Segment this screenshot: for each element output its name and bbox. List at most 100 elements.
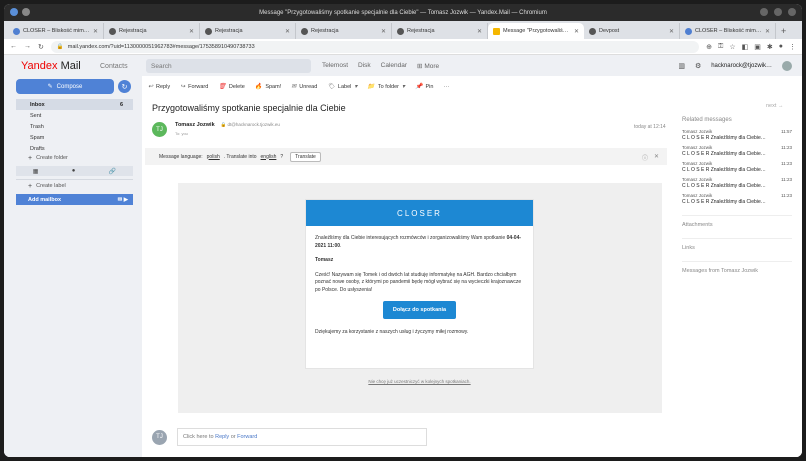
- key-icon[interactable]: ⚿: [718, 43, 723, 51]
- label-button[interactable]: 🏷 Label ▾: [327, 83, 357, 91]
- brand-header: CLOSER: [306, 200, 533, 226]
- dot-filter-icon[interactable]: ●: [72, 168, 76, 174]
- folder-inbox[interactable]: Inbox 6: [16, 99, 133, 110]
- translate-button[interactable]: Translate: [290, 151, 321, 162]
- location-icon[interactable]: ⊕: [706, 43, 712, 51]
- calendar-link[interactable]: Calendar: [381, 62, 407, 70]
- add-mailbox-button[interactable]: Add mailbox ✉ ▶: [16, 194, 133, 205]
- disk-link[interactable]: Disk: [358, 62, 371, 70]
- browser-tab-active[interactable]: Message "Przygotowaliśm… ✕: [488, 23, 584, 39]
- close-tab-icon[interactable]: ✕: [669, 28, 674, 35]
- tag-icon: 🏷: [327, 84, 335, 90]
- username[interactable]: hacknarock@tjozwik…: [711, 63, 772, 69]
- more-actions-button[interactable]: ···: [443, 84, 449, 90]
- intro-text: Znaleźliśmy dla Ciebie interesujących ro…: [315, 235, 522, 249]
- related-item[interactable]: Tomasz Jozwik 11:23 C L O S E R Znaleźliśm…: [682, 145, 792, 157]
- folder-drafts[interactable]: Drafts: [16, 143, 133, 154]
- yandex-mail-logo[interactable]: Yandex Mail: [21, 60, 81, 72]
- next-message-link[interactable]: next →: [766, 103, 783, 109]
- close-tab-icon[interactable]: ✕: [189, 28, 194, 35]
- filter-bar: ▦ ● 🔗: [16, 166, 133, 176]
- attachments-section[interactable]: Attachments: [682, 215, 792, 228]
- close-tab-icon[interactable]: ✕: [574, 28, 579, 35]
- links-section[interactable]: Links: [682, 238, 792, 251]
- appearance-icon[interactable]: ▥: [678, 62, 685, 70]
- extension-icon[interactable]: ◧: [742, 43, 749, 51]
- url-field[interactable]: 🔒 mail.yandex.com/?uid=1130000051962783#…: [50, 40, 700, 53]
- close-tab-icon[interactable]: ✕: [285, 28, 290, 35]
- unread-button[interactable]: ✉ Unread: [291, 83, 317, 91]
- delete-button[interactable]: 🗑 Delete: [218, 83, 245, 91]
- window-menu-icon[interactable]: [22, 8, 30, 16]
- browser-tab[interactable]: Devpost ✕: [584, 23, 680, 39]
- folder-trash[interactable]: Trash: [16, 121, 133, 132]
- recipient-line[interactable]: To: you: [175, 131, 280, 136]
- profile-icon[interactable]: ●: [779, 43, 783, 51]
- maximize-icon[interactable]: [774, 8, 782, 16]
- messages-from-section[interactable]: Messages from Tomasz Jozwik: [682, 261, 792, 274]
- reply-button[interactable]: ↩ Reply: [148, 83, 170, 91]
- info-icon[interactable]: ⓘ: [642, 153, 648, 162]
- grid-filter-icon[interactable]: ▦: [33, 168, 39, 175]
- sidebar: Yandex Mail Contacts ✎ Compose ↻ Inbox 6 S…: [4, 55, 142, 457]
- folder-sent[interactable]: Sent: [16, 110, 133, 121]
- browser-tab[interactable]: Rejestracja ✕: [392, 23, 488, 39]
- new-tab-button[interactable]: +: [776, 23, 791, 39]
- related-item[interactable]: Tomasz Jozwik 11:23 C L O S E R Znaleźliśm…: [682, 177, 792, 189]
- related-item[interactable]: Tomasz Jozwik 11:23 C L O S E R Znaleźliśm…: [682, 193, 792, 205]
- forward-button[interactable]: ↪ Forward: [180, 83, 208, 91]
- close-tab-icon[interactable]: ✕: [93, 28, 98, 35]
- related-item[interactable]: Tomasz Jozwik 11:57 C L O S E R Znaleźliśm…: [682, 129, 792, 141]
- sender-avatar[interactable]: TJ: [152, 122, 167, 137]
- quick-reply: TJ Click here to Reply or Forward: [152, 428, 427, 446]
- quick-reply-box[interactable]: Click here to Reply or Forward: [177, 428, 427, 446]
- closer-favicon-icon: [685, 27, 692, 35]
- pin-button[interactable]: 📌 Pin: [415, 83, 433, 91]
- close-window-icon[interactable]: [788, 8, 796, 16]
- browser-tab[interactable]: Rejestracja ✕: [200, 23, 296, 39]
- forward-link[interactable]: Forward: [237, 434, 257, 440]
- related-item[interactable]: Tomasz Jozwik 11:23 C L O S E R Znaleźliśm…: [682, 161, 792, 173]
- bookmark-star-icon[interactable]: ☆: [729, 43, 735, 51]
- forward-icon[interactable]: →: [24, 43, 31, 50]
- devpost-favicon-icon: [589, 27, 596, 35]
- envelope-icon: ✉: [291, 84, 297, 90]
- unsubscribe-link[interactable]: Nie chcę już uczestniczyć w kolejnych sp…: [305, 379, 534, 384]
- language-to-link[interactable]: english: [261, 154, 277, 160]
- spam-button[interactable]: 🔥 Spam!: [255, 83, 281, 91]
- close-tab-icon[interactable]: ✕: [381, 28, 386, 35]
- reply-link[interactable]: Reply: [215, 434, 229, 440]
- settings-gear-icon[interactable]: ⚙: [695, 62, 701, 70]
- reload-icon[interactable]: ↻: [38, 43, 44, 51]
- close-icon[interactable]: ✕: [654, 153, 659, 162]
- to-folder-button[interactable]: 📁 To folder ▾: [367, 83, 405, 91]
- puzzle-icon[interactable]: ✱: [767, 43, 773, 51]
- telemost-link[interactable]: Telemost: [322, 62, 348, 70]
- create-label-link[interactable]: + Create label: [28, 183, 66, 190]
- minimize-icon[interactable]: [760, 8, 768, 16]
- sender-email[interactable]: 🔒 dt@hacknarock.tjozwik.eu: [221, 122, 280, 127]
- browser-tab[interactable]: Rejestracja ✕: [296, 23, 392, 39]
- browser-menu-icon[interactable]: ⋮: [789, 43, 796, 51]
- refresh-button[interactable]: ↻: [118, 80, 131, 93]
- browser-tab[interactable]: CLOSER – Bliskość mimo o… ✕: [8, 23, 104, 39]
- join-meeting-button[interactable]: Dołącz do spotkania: [383, 301, 456, 319]
- close-tab-icon[interactable]: ✕: [477, 28, 482, 35]
- back-icon[interactable]: ←: [10, 43, 17, 50]
- extension-icon[interactable]: ▣: [754, 43, 761, 51]
- close-tab-icon[interactable]: ✕: [765, 28, 770, 35]
- folder-spam[interactable]: Spam: [16, 132, 133, 143]
- more-link[interactable]: ⊞ More: [417, 62, 439, 70]
- create-folder-link[interactable]: + Create folder: [28, 155, 68, 162]
- browser-tab[interactable]: Rejestracja ✕: [104, 23, 200, 39]
- browser-tab[interactable]: CLOSER – Bliskość mimo o… ✕: [680, 23, 776, 39]
- contacts-link[interactable]: Contacts: [100, 63, 128, 70]
- related-title: Related messages: [682, 117, 732, 123]
- search-input[interactable]: Search: [146, 59, 311, 73]
- user-avatar[interactable]: [782, 61, 792, 71]
- language-from-link[interactable]: polish: [207, 154, 220, 160]
- thanks-text: Dziękujemy za korzystanie z naszych usłu…: [315, 329, 469, 335]
- compose-button[interactable]: ✎ Compose: [16, 79, 114, 94]
- attachment-filter-icon[interactable]: 🔗: [109, 168, 116, 175]
- sender-name[interactable]: Tomasz Jozwik: [175, 122, 215, 128]
